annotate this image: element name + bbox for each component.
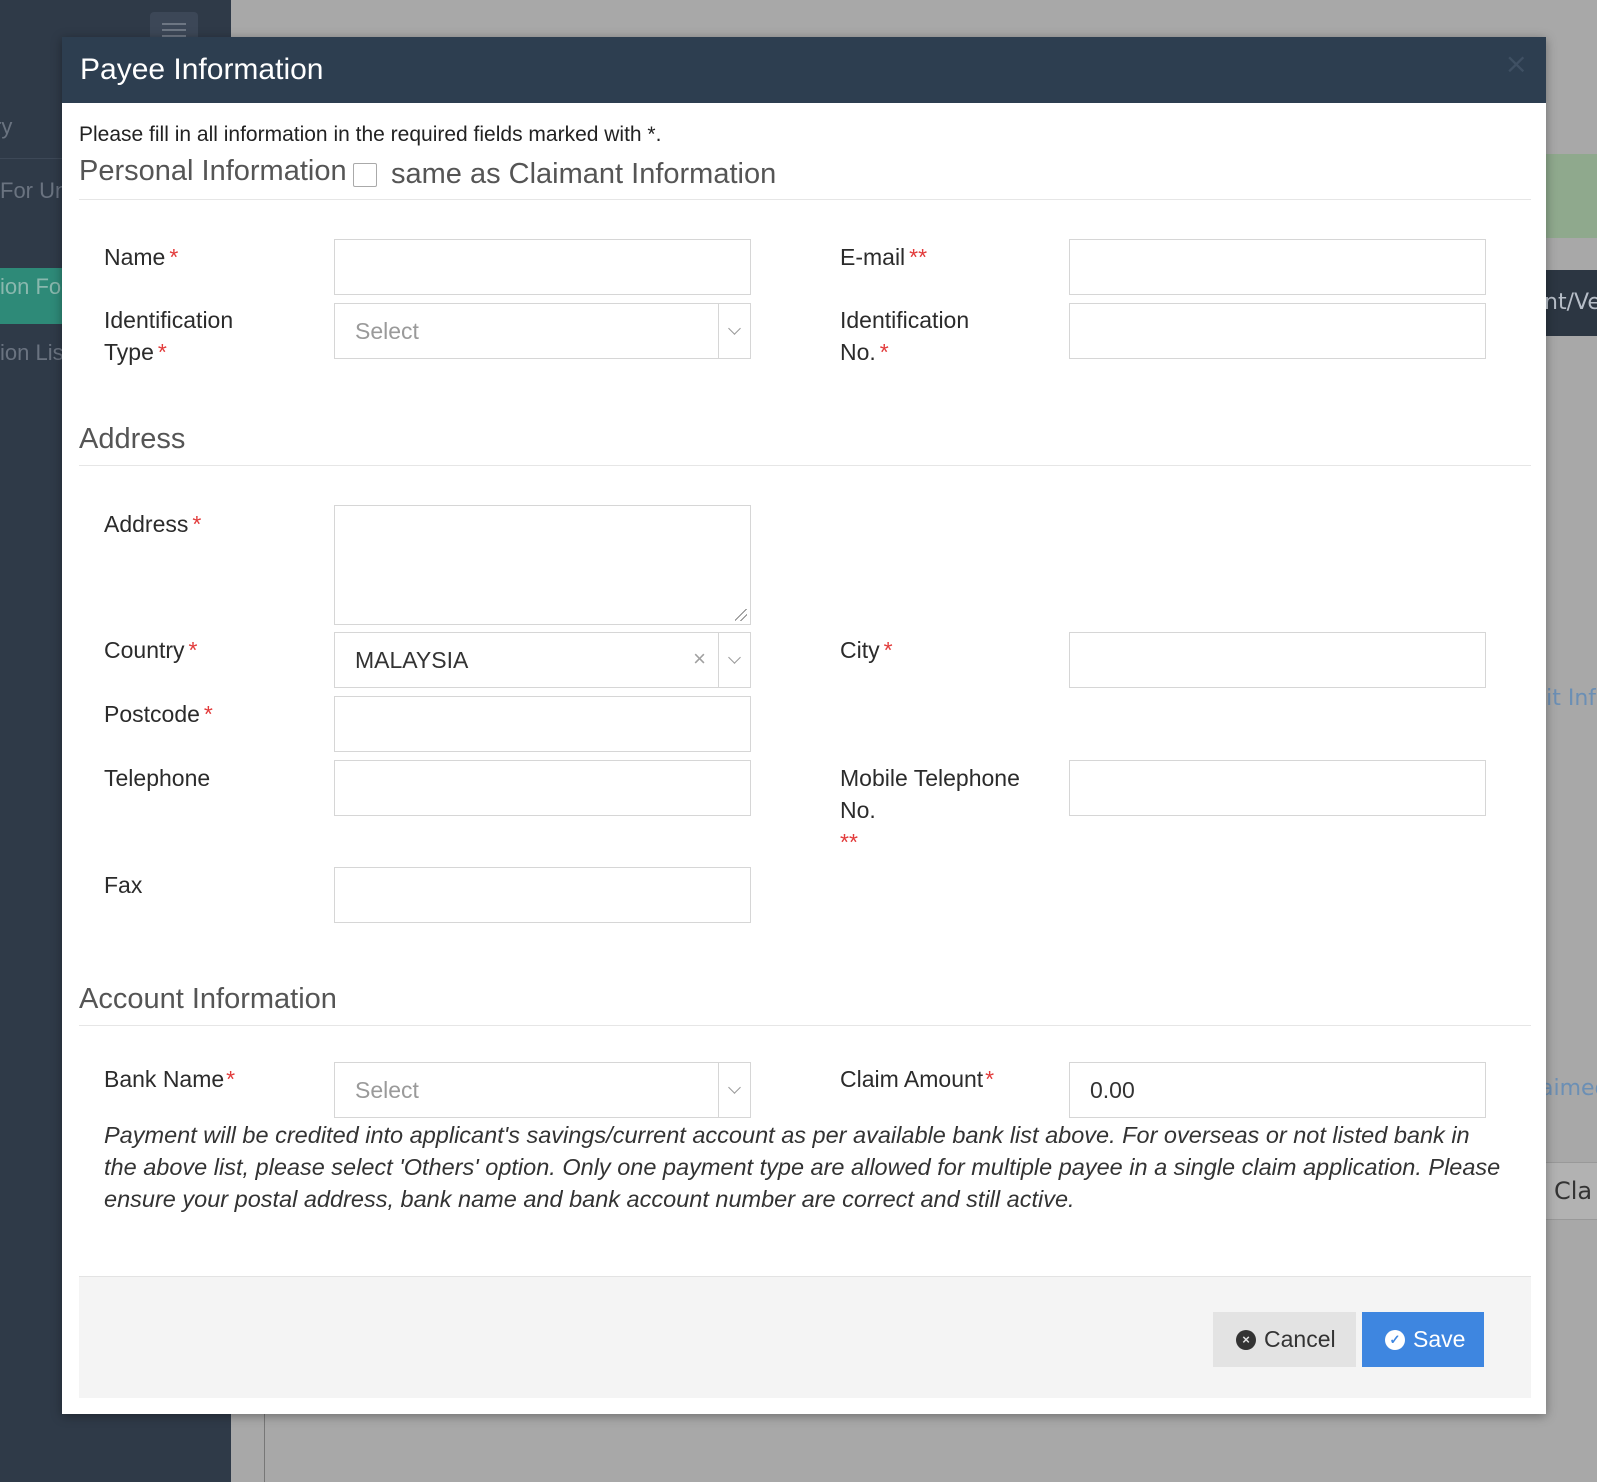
same-as-claimant-option[interactable]: same as Claimant Information (353, 158, 776, 191)
claim-amount-input[interactable]: 0.00 (1069, 1062, 1486, 1118)
required-marker: * (169, 244, 179, 270)
save-button-label: Save (1413, 1326, 1466, 1352)
address-label: Address * (104, 511, 202, 537)
cancel-button[interactable]: × Cancel (1213, 1312, 1356, 1367)
background-link[interactable]: aimed (1540, 1076, 1597, 1101)
chevron-down-icon[interactable] (718, 304, 750, 358)
section-title-address: Address (79, 423, 186, 455)
country-selected-value: MALAYSIA (355, 646, 469, 673)
sidebar-item[interactable]: ion Lis (0, 340, 64, 366)
fax-label: Fax (104, 872, 143, 898)
payee-information-modal: Payee Information × Please fill in all i… (62, 37, 1546, 1414)
claim-amount-label: Claim Amount* (840, 1066, 995, 1092)
required-marker: ** (840, 829, 858, 855)
email-label: E-mail ** (840, 244, 928, 270)
same-as-claimant-checkbox[interactable] (353, 162, 377, 187)
sidebar-item-label: ion Fo (0, 274, 62, 299)
bank-name-select[interactable]: Select (334, 1062, 751, 1118)
city-input[interactable] (1069, 632, 1486, 688)
telephone-label: Telephone (104, 765, 211, 791)
postcode-label: Postcode * (104, 701, 213, 727)
check-circle-icon: ✓ (1385, 1329, 1405, 1350)
section-title-personal: Personal Information (79, 155, 347, 187)
cancel-button-label: Cancel (1264, 1326, 1336, 1352)
mobile-telephone-input[interactable] (1069, 760, 1486, 816)
resize-handle-icon[interactable] (735, 609, 747, 621)
identification-no-input[interactable] (1069, 303, 1486, 359)
required-hint: Please fill in all information in the re… (79, 123, 662, 146)
background-link[interactable]: lit Inf (1540, 686, 1596, 711)
required-marker: * (203, 701, 213, 727)
identification-type-label: Identification Type * (104, 307, 234, 365)
sidebar-item-active[interactable]: ion Fo (0, 268, 64, 324)
country-select[interactable]: MALAYSIA × (334, 632, 751, 688)
required-marker: * (192, 511, 202, 537)
required-marker: * (188, 637, 198, 663)
modal-title: Payee Information (80, 53, 324, 86)
required-marker: * (985, 1066, 995, 1092)
country-label: Country * (104, 637, 198, 663)
select-placeholder: Select (355, 317, 419, 344)
required-marker: * (157, 339, 167, 365)
chevron-down-icon[interactable] (718, 633, 750, 687)
name-label: Name * (104, 244, 179, 270)
clear-icon[interactable]: × (693, 646, 706, 672)
required-marker: ** (909, 244, 928, 270)
required-marker: * (883, 637, 893, 663)
same-as-claimant-label: same as Claimant Information (391, 158, 777, 190)
background-alert (1538, 154, 1597, 238)
section-title-account: Account Information (79, 983, 337, 1015)
save-button[interactable]: ✓ Save (1362, 1312, 1484, 1367)
identification-type-select[interactable]: Select (334, 303, 751, 359)
section-divider (79, 1025, 1531, 1026)
payment-note: Payment will be credited into applicant'… (104, 1122, 1501, 1212)
email-input[interactable] (1069, 239, 1486, 295)
sidebar-divider (0, 158, 64, 159)
sidebar-item[interactable]: For Un (0, 178, 67, 204)
background-tab[interactable]: nt/Ver (1538, 270, 1597, 336)
required-marker: * (879, 339, 889, 365)
required-marker: * (226, 1066, 236, 1092)
close-icon[interactable]: × (1505, 47, 1528, 80)
section-divider (79, 199, 1531, 200)
fax-input[interactable] (334, 867, 751, 923)
identification-no-label: Identification No. * (840, 307, 970, 365)
address-textarea[interactable] (334, 505, 751, 625)
city-label: City * (840, 637, 893, 663)
name-input[interactable] (334, 239, 751, 295)
sidebar-item[interactable]: ry (0, 114, 12, 140)
modal-footer: × Cancel ✓ Save (79, 1276, 1531, 1398)
bank-name-label: Bank Name* (104, 1066, 236, 1092)
cancel-circle-icon: × (1236, 1329, 1256, 1350)
chevron-down-icon[interactable] (718, 1063, 750, 1117)
mobile-telephone-label: Mobile Telephone No. ** (840, 765, 1020, 855)
telephone-input[interactable] (334, 760, 751, 816)
postcode-input[interactable] (334, 696, 751, 752)
select-placeholder: Select (355, 1076, 419, 1103)
background-table-cell: Cla (1538, 1162, 1597, 1220)
modal-header: Payee Information × (62, 37, 1546, 103)
section-divider (79, 465, 1531, 466)
